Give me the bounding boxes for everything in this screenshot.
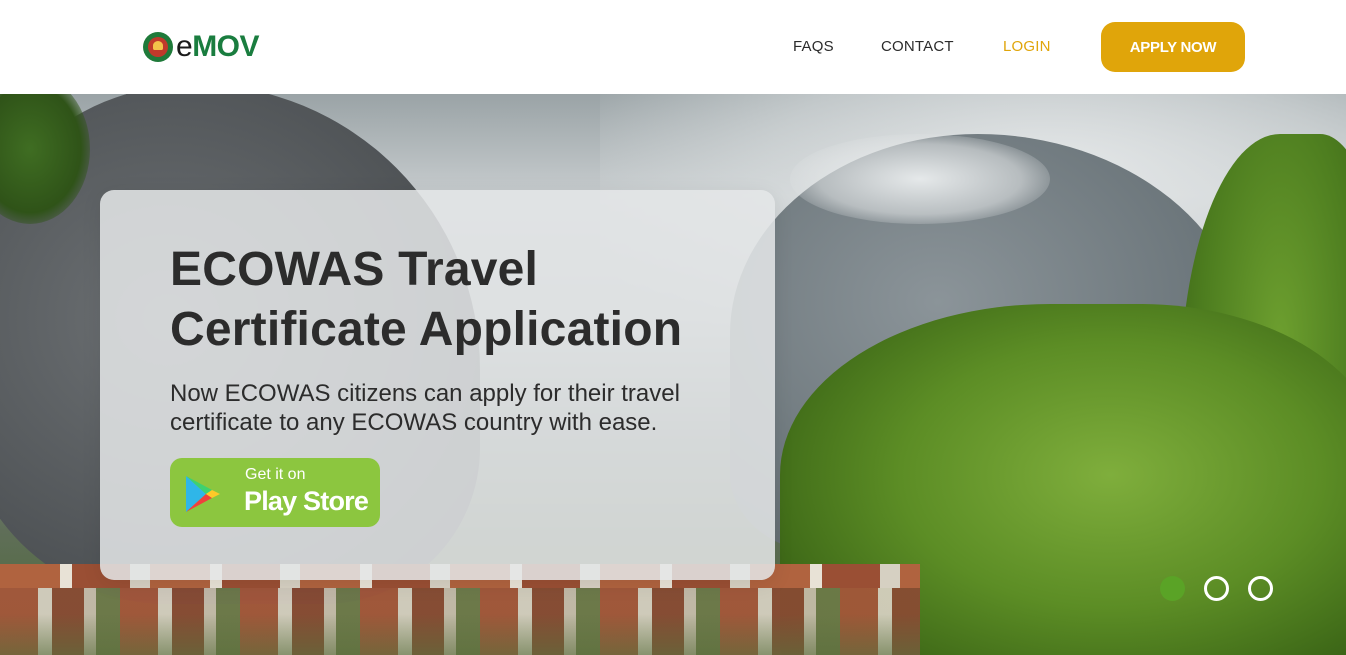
carousel-dots — [1160, 576, 1276, 602]
nav-login-link[interactable]: LOGIN — [1003, 38, 1051, 56]
ground — [0, 614, 920, 655]
logo-text: eMOV — [176, 30, 260, 64]
nav-faqs-link[interactable]: FAQS — [793, 38, 834, 56]
cloud — [790, 134, 1050, 224]
play-store-button[interactable]: Get it on Play Store — [170, 458, 380, 527]
logo[interactable]: eMOV — [143, 30, 260, 64]
logo-text-prefix: e — [176, 30, 193, 63]
hero-title: ECOWAS Travel Certificate Application — [170, 243, 683, 356]
google-play-icon — [186, 476, 220, 512]
play-store-small-label: Get it on — [245, 466, 306, 483]
play-store-big-label: Play Store — [244, 486, 369, 516]
carousel-dot-1-active[interactable] — [1160, 576, 1185, 601]
coat-of-arms-icon — [143, 32, 173, 62]
carousel-dot-3[interactable] — [1248, 576, 1273, 601]
hero-subtitle: Now ECOWAS citizens can apply for their … — [170, 380, 680, 436]
site-header: eMOV FAQS CONTACT LOGIN APPLY NOW — [0, 0, 1346, 94]
logo-text-main: MOV — [192, 30, 260, 63]
apply-now-button[interactable]: APPLY NOW — [1101, 22, 1245, 72]
nav-contact-link[interactable]: CONTACT — [881, 38, 954, 56]
hero-banner: ECOWAS Travel Certificate Application No… — [0, 94, 1346, 655]
hero-card: ECOWAS Travel Certificate Application No… — [100, 190, 775, 580]
carousel-dot-2[interactable] — [1204, 576, 1229, 601]
